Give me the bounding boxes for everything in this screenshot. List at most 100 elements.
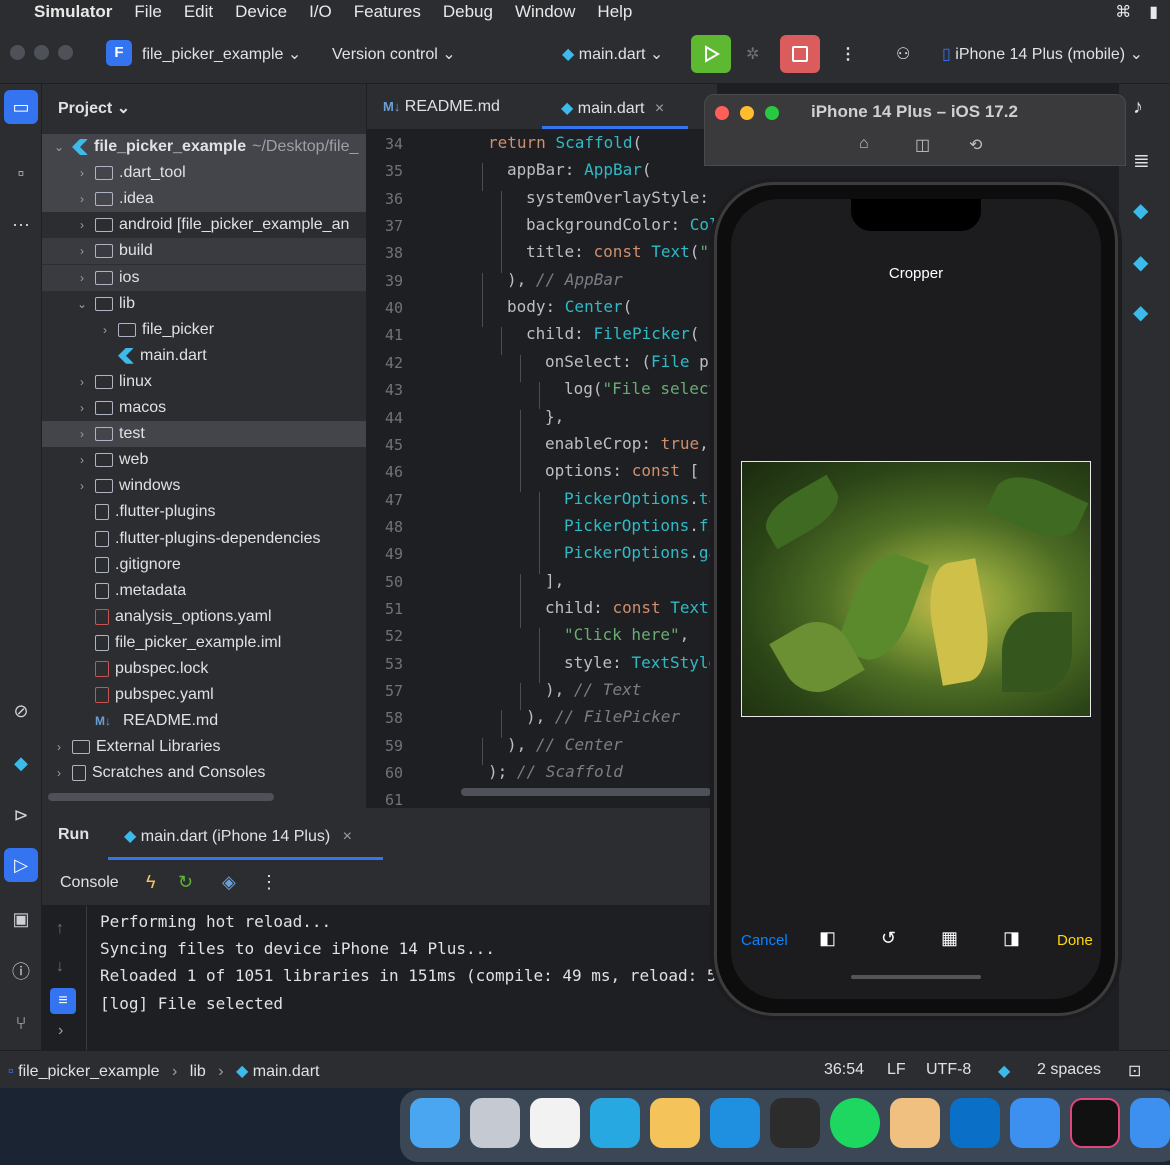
tree-item[interactable]: M↓ README.md (42, 708, 366, 734)
finder-icon[interactable] (410, 1098, 460, 1148)
close-icon[interactable]: × (343, 828, 352, 845)
tree-item[interactable]: pubspec.yaml (42, 682, 366, 708)
sim-close-button[interactable] (715, 106, 729, 120)
tree-item[interactable]: file_picker_example.iml (42, 630, 366, 656)
cancel-button[interactable]: Cancel (741, 932, 788, 949)
problems-icon[interactable]: ⓘ (4, 954, 38, 988)
menu-io[interactable]: I/O (309, 2, 332, 22)
project-selector[interactable]: file_picker_example ⌄ (142, 44, 301, 64)
stop-button[interactable] (780, 35, 820, 73)
menu-debug[interactable]: Debug (443, 2, 493, 22)
tree-item[interactable]: ⌄ lib (42, 291, 366, 317)
chevron-right-icon[interactable]: › (75, 271, 89, 285)
scroll-down-icon[interactable]: ↓ (56, 958, 64, 976)
chevron-down-icon[interactable]: ⌄ (75, 297, 89, 311)
tree-item[interactable]: › Scratches and Consoles (42, 760, 366, 786)
more-icon[interactable]: ⋮ (260, 872, 278, 893)
menu-app-name[interactable]: Simulator (34, 2, 112, 22)
flutter-performance-icon[interactable]: ◆ (1133, 250, 1148, 275)
tab-readme[interactable]: M↓ README.md (383, 98, 500, 116)
tree-item[interactable]: › web (42, 447, 366, 473)
battery-icon[interactable]: ▮ (1149, 2, 1158, 22)
flutter-inspector-icon[interactable]: ◆ (4, 746, 38, 780)
code-editor[interactable]: 34 35 36 37 38 39 40 41 42 43 44 45 46 47 48 49 50 51 52 53… (367, 130, 717, 808)
chevron-right-icon[interactable]: › (52, 740, 66, 754)
chevron-right-icon[interactable]: › (75, 427, 89, 441)
rotate-icon[interactable]: ⟲ (969, 135, 982, 155)
project-tool-folder-icon[interactable]: ▭ (4, 90, 38, 124)
tree-item[interactable]: › build (42, 238, 366, 265)
rotate-left-icon[interactable]: ◧ (819, 928, 836, 949)
line-separator[interactable]: LF (887, 1061, 906, 1079)
vscode-icon[interactable] (950, 1098, 1000, 1148)
edge-browser-icon[interactable] (710, 1098, 760, 1148)
tableplus-icon[interactable] (650, 1098, 700, 1148)
project-panel-title[interactable]: Project ⌄ (58, 98, 130, 118)
breadcrumb-lib[interactable]: lib (190, 1063, 206, 1080)
crop-image[interactable] (741, 461, 1091, 717)
tree-item[interactable]: .flutter-plugins-dependencies (42, 526, 366, 552)
chevron-right-icon[interactable]: › (98, 323, 112, 337)
xcode-icon[interactable] (1010, 1098, 1060, 1148)
editor-scrollbar[interactable] (461, 788, 711, 796)
tree-item[interactable]: › test (42, 421, 366, 448)
retriever-app-icon[interactable] (890, 1098, 940, 1148)
hot-reload-icon[interactable]: ϟ (146, 872, 156, 893)
breadcrumb-project[interactable]: file_picker_example (18, 1063, 159, 1080)
screenshot-camera-icon[interactable]: ◫ (915, 135, 930, 155)
run-config-selector[interactable]: ◆ main.dart ⌄ (562, 44, 663, 64)
run-button[interactable] (691, 35, 731, 73)
menu-help[interactable]: Help (597, 2, 632, 22)
indent-setting[interactable]: 2 spaces (1037, 1061, 1101, 1079)
database-icon[interactable]: ≣ (1133, 148, 1150, 173)
hot-restart-icon[interactable]: ↻ (178, 872, 193, 893)
flutter-inspector-icon[interactable]: ◆ (1133, 300, 1148, 325)
flutter-outline-icon[interactable]: ◆ (1133, 198, 1148, 223)
breadcrumb-file[interactable]: main.dart (253, 1063, 320, 1080)
window-minimize-button[interactable] (34, 45, 49, 60)
tree-item[interactable]: › External Libraries (42, 734, 366, 760)
menu-edit[interactable]: Edit (184, 2, 213, 22)
tree-item[interactable]: › .dart_tool (42, 160, 366, 187)
launchpad-icon[interactable] (470, 1098, 520, 1148)
window-close-button[interactable] (10, 45, 25, 60)
lock-icon[interactable]: ⊡ (1128, 1061, 1141, 1081)
close-icon[interactable]: × (655, 100, 664, 117)
flutter-status-icon[interactable]: ◆ (998, 1061, 1010, 1081)
sim-minimize-button[interactable] (740, 106, 754, 120)
spotify-icon[interactable] (830, 1098, 880, 1148)
tree-item[interactable]: pubspec.lock (42, 656, 366, 682)
structure-icon[interactable]: ▫ (4, 156, 38, 190)
tree-item[interactable]: .flutter-plugins (42, 499, 366, 525)
rotate-right-icon[interactable]: ◨ (1003, 928, 1020, 949)
menu-device[interactable]: Device (235, 2, 287, 22)
horizontal-scrollbar[interactable] (48, 793, 274, 801)
cursor-position[interactable]: 36:54 (824, 1061, 864, 1079)
chevron-right-icon[interactable]: › (75, 479, 89, 493)
git-icon[interactable]: ⑂ (4, 1006, 38, 1040)
tree-item[interactable]: main.dart (42, 343, 366, 369)
tree-item[interactable]: › android [file_picker_example_an (42, 212, 366, 238)
terminal-icon[interactable]: ▣ (4, 902, 38, 936)
chevron-right-icon[interactable]: › (52, 766, 66, 780)
debug-bug-icon[interactable]: ✲ (746, 44, 759, 64)
tree-item[interactable]: .gitignore (42, 552, 366, 578)
chevron-right-icon[interactable]: › (75, 244, 89, 258)
aspect-ratio-icon[interactable]: ▦ (941, 928, 958, 949)
run-tab[interactable]: ◆ main.dart (iPhone 14 Plus) × (124, 826, 352, 846)
chevron-right-icon[interactable]: › (75, 375, 89, 389)
menu-file[interactable]: File (134, 2, 161, 22)
notes-app-icon[interactable] (590, 1098, 640, 1148)
tree-item[interactable]: › windows (42, 473, 366, 499)
notifications-bell-icon[interactable]: ♪ (1133, 96, 1143, 119)
chevron-right-icon[interactable]: › (75, 192, 89, 206)
figma-icon[interactable] (770, 1098, 820, 1148)
add-user-icon[interactable]: ⚇ (896, 44, 910, 64)
services-icon[interactable]: ⊳ (4, 798, 38, 832)
project-badge[interactable]: F (106, 40, 132, 66)
soft-wrap-icon[interactable]: ≡ (50, 988, 76, 1014)
file-encoding[interactable]: UTF-8 (926, 1061, 971, 1079)
menu-window[interactable]: Window (515, 2, 575, 22)
expand-icon[interactable]: › (58, 1022, 63, 1040)
chevron-right-icon[interactable]: › (75, 218, 89, 232)
